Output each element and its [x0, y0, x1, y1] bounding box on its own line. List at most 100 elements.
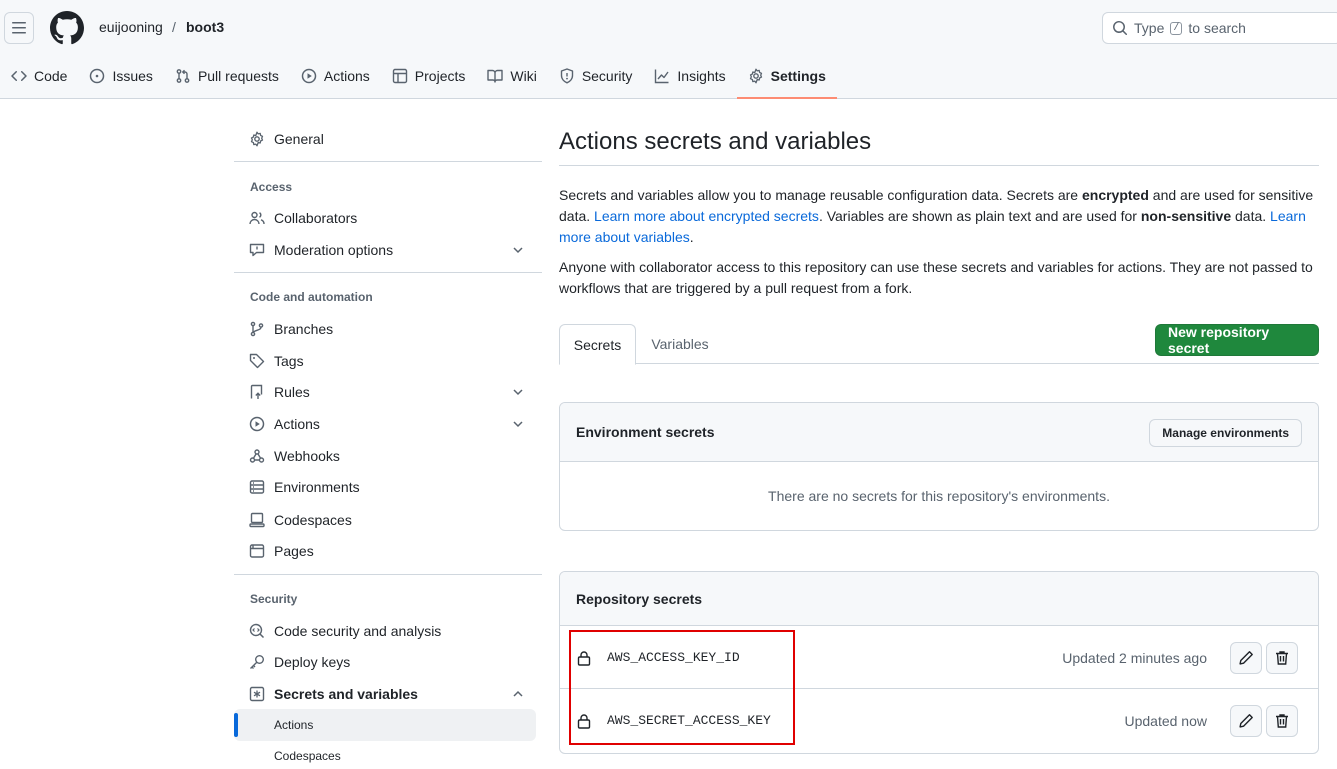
sidebar-item-collaborators[interactable]: Collaborators — [234, 202, 536, 234]
environment-secrets-empty: There are no secrets for this repository… — [768, 488, 1110, 504]
secret-updated: Updated now — [1124, 713, 1207, 729]
sidebar-item-general[interactable]: General — [234, 123, 536, 155]
secret-row: AWS_SECRET_ACCESS_KEY Updated now — [560, 689, 1318, 752]
sidebar-item-environments[interactable]: Environments — [234, 471, 536, 503]
sidebar-item-label: Rules — [274, 384, 310, 400]
sidebar-item-label: Branches — [274, 321, 334, 337]
play-icon — [301, 68, 317, 84]
access-note: Anyone with collaborator access to this … — [559, 259, 1313, 296]
lock-icon — [577, 714, 591, 729]
repository-secrets-box: Repository secrets AWS_ACCESS_KEY_ID Upd… — [559, 571, 1319, 754]
codespaces-icon — [249, 512, 265, 528]
delete-secret-button[interactable] — [1266, 642, 1298, 674]
report-icon — [249, 243, 265, 257]
sidebar-item-label: Tags — [274, 353, 304, 369]
browser-icon — [249, 544, 265, 558]
edit-secret-button[interactable] — [1230, 642, 1262, 674]
new-repository-secret-button[interactable]: New repository secret — [1155, 324, 1319, 356]
sidebar-item-label: Deploy keys — [274, 654, 351, 670]
sidebar-subitem-codespaces[interactable]: Codespaces — [234, 740, 536, 769]
sidebar-item-webhooks[interactable]: Webhooks — [234, 440, 536, 472]
sidebar-heading-code-automation: Code and automation — [250, 290, 373, 304]
sidebar-item-secrets-and-variables[interactable]: Secrets and variables — [234, 678, 536, 710]
sidebar-item-codespaces[interactable]: Codespaces — [234, 504, 536, 536]
tab-settings[interactable]: Settings — [736, 62, 838, 99]
table-icon — [392, 68, 407, 84]
delete-secret-button[interactable] — [1266, 705, 1298, 737]
tab-label: Settings — [770, 68, 826, 84]
sidebar-heading-security: Security — [250, 592, 298, 606]
intro-text: . Variables are shown as plain text and … — [818, 208, 1141, 224]
tab-actions[interactable]: Actions — [290, 62, 381, 90]
secret-updated: Updated 2 minutes ago — [1062, 650, 1207, 666]
sidebar-item-moderation-options[interactable]: Moderation options — [234, 234, 536, 266]
sidebar-item-tags[interactable]: Tags — [234, 345, 536, 377]
sidebar-item-pages[interactable]: Pages — [234, 535, 536, 567]
tab-wiki[interactable]: Wiki — [476, 62, 547, 90]
tab-label: Projects — [414, 68, 466, 84]
repository-secrets-title: Repository secrets — [576, 590, 703, 607]
chevron-down-icon — [513, 389, 523, 396]
github-logo-icon[interactable] — [50, 11, 84, 45]
secret-name: AWS_SECRET_ACCESS_KEY — [607, 713, 771, 728]
search-placeholder-suffix: to search — [1188, 20, 1246, 36]
tab-label: Insights — [677, 68, 726, 84]
sidebar-divider — [234, 272, 542, 273]
sidebar-item-label: Environments — [274, 479, 360, 495]
environment-secrets-header: Environment secrets Manage environments — [560, 403, 1318, 462]
breadcrumb-repo[interactable]: boot3 — [186, 19, 224, 35]
tab-issues[interactable]: Issues — [78, 62, 163, 90]
gear-icon — [250, 131, 264, 147]
sidebar-heading-access: Access — [250, 180, 293, 194]
sidebar-item-code-security[interactable]: Code security and analysis — [234, 615, 536, 647]
branch-icon — [250, 321, 264, 337]
sidebar-subitem-actions[interactable]: Actions — [234, 709, 536, 741]
sidebar-item-label: Pages — [274, 543, 314, 559]
sidebar-item-rules[interactable]: Rules — [234, 376, 536, 408]
sidebar-item-label: Collaborators — [274, 210, 358, 226]
intro-text: Secrets and variables allow you to manag… — [559, 187, 1082, 203]
tab-label: Issues — [112, 68, 153, 84]
sidebar-item-deploy-keys[interactable]: Deploy keys — [234, 646, 536, 678]
tab-pull-requests[interactable]: Pull requests — [164, 62, 290, 90]
tab-variables[interactable]: Variables — [651, 324, 708, 364]
tag-icon — [249, 353, 265, 369]
repo-nav: Code Issues Pull requests Actions Projec… — [0, 62, 838, 99]
menu-button[interactable] — [4, 12, 34, 44]
lock-icon — [577, 651, 591, 666]
global-header: euijooning / boot3 Type / to search Code… — [0, 0, 1337, 99]
page-title: Actions secrets and variables — [559, 128, 872, 155]
trash-icon — [1276, 714, 1288, 728]
search-input[interactable]: Type / to search — [1102, 12, 1337, 44]
search-placeholder-prefix: Type — [1134, 20, 1165, 36]
manage-environments-button[interactable]: Manage environments — [1149, 419, 1302, 447]
codescan-icon — [249, 623, 265, 639]
tab-insights[interactable]: Insights — [643, 62, 736, 90]
tab-projects[interactable]: Projects — [381, 62, 477, 90]
edit-secret-button[interactable] — [1230, 705, 1262, 737]
key-icon — [250, 655, 264, 669]
intro-text: data. — [1231, 208, 1271, 224]
secret-name: AWS_ACCESS_KEY_ID — [607, 650, 740, 665]
tab-label: Code — [34, 68, 68, 84]
hamburger-icon — [12, 22, 26, 34]
trash-icon — [1276, 651, 1288, 665]
learn-more-secrets-link[interactable]: Learn more about encrypted secrets — [594, 208, 819, 224]
search-shortcut-key: / — [1170, 21, 1183, 35]
secret-row: AWS_ACCESS_KEY_ID Updated 2 minutes ago — [560, 626, 1318, 689]
sidebar-subitem-label: Actions — [274, 718, 314, 732]
tab-secrets[interactable]: Secrets — [559, 324, 636, 365]
tab-security[interactable]: Security — [548, 62, 644, 90]
play-icon — [249, 416, 265, 432]
tab-label: Pull requests — [197, 68, 279, 84]
webhook-icon — [249, 449, 265, 463]
pencil-icon — [1239, 651, 1253, 665]
pull-request-icon — [176, 69, 190, 83]
secrets-variables-tabs: Secrets Variables New repository secret — [559, 324, 1319, 365]
chevron-down-icon — [513, 247, 523, 254]
people-icon — [249, 211, 265, 225]
sidebar-item-actions[interactable]: Actions — [234, 408, 536, 440]
breadcrumb-owner[interactable]: euijooning — [99, 19, 163, 35]
tab-code[interactable]: Code — [0, 62, 78, 90]
sidebar-item-branches[interactable]: Branches — [234, 313, 536, 345]
